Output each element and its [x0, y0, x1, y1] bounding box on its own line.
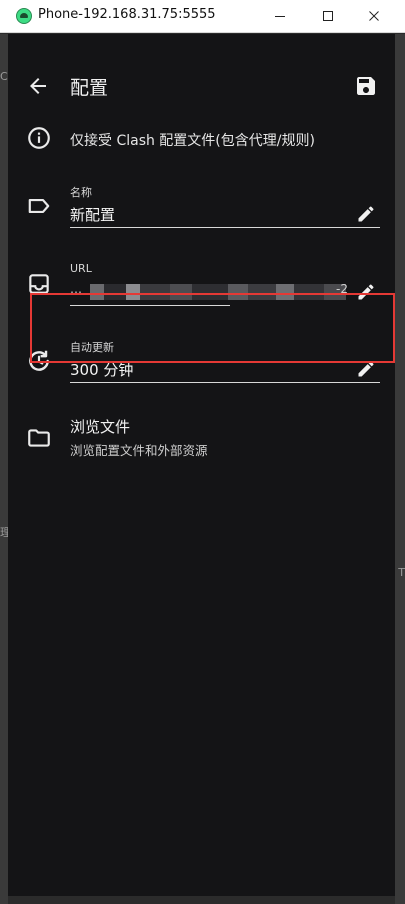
arrow-left-icon [30, 78, 46, 94]
window-title: Phone-192.168.31.75:5555 [38, 7, 216, 22]
name-field-value: 新配置 [70, 206, 116, 224]
browse-files-row[interactable]: 浏览文件 浏览配置文件和外部资源 [8, 416, 395, 460]
name-field-underline [70, 227, 380, 228]
label-tag-icon [26, 193, 52, 219]
save-button[interactable] [354, 74, 378, 98]
maximize-icon [323, 11, 333, 21]
close-icon [369, 11, 379, 21]
minimize-icon [275, 16, 285, 17]
maximize-button[interactable] [306, 0, 350, 32]
info-row: 仅接受 Clash 配置文件(包含代理/规则) [8, 125, 395, 155]
auto-update-row[interactable]: 自动更新 300 分钟 [8, 339, 395, 385]
browse-files-subtitle: 浏览配置文件和外部资源 [70, 443, 208, 458]
minimize-button[interactable] [258, 0, 302, 32]
name-field[interactable]: 名称 新配置 [70, 184, 380, 230]
background-fragment: T [398, 566, 405, 579]
url-field-label: URL [70, 262, 92, 275]
info-text: 仅接受 Clash 配置文件(包含代理/规则) [70, 133, 315, 149]
back-button[interactable] [26, 74, 50, 98]
inbox-icon [26, 271, 52, 297]
url-field-underline [70, 305, 230, 306]
auto-update-field[interactable]: 自动更新 300 分钟 [70, 339, 380, 385]
pencil-icon[interactable] [356, 204, 376, 224]
browse-files-title: 浏览文件 [70, 418, 131, 436]
url-field-value-end: -2 [336, 282, 348, 296]
app-bar: 配置 [8, 62, 395, 110]
info-icon [26, 125, 52, 151]
auto-update-field-label: 自动更新 [70, 341, 114, 354]
refresh-clock-icon [26, 348, 52, 374]
save-icon [357, 77, 375, 95]
url-redacted-value [90, 284, 370, 300]
background-desktop-left: C 理 [0, 34, 11, 904]
name-field-label: 名称 [70, 186, 92, 199]
android-app-icon [16, 8, 32, 24]
name-row[interactable]: 名称 新配置 [8, 184, 395, 230]
url-field-value-start: … [70, 282, 82, 296]
app-window: 配置 仅接受 Clash 配置文件(包含代理/规则) 名称 新配置 URL … … [8, 34, 395, 896]
folder-icon [26, 425, 52, 451]
auto-update-field-underline [70, 382, 380, 383]
page-title: 配置 [70, 77, 109, 99]
pencil-icon[interactable] [356, 359, 376, 379]
close-button[interactable] [352, 0, 396, 32]
url-field[interactable]: URL … -2 [70, 262, 380, 308]
window-title-bar[interactable]: Phone-192.168.31.75:5555 [0, 0, 405, 33]
background-desktop-right: T [395, 34, 405, 904]
auto-update-field-value: 300 分钟 [70, 361, 134, 379]
url-row[interactable]: URL … -2 [8, 262, 395, 308]
pencil-icon[interactable] [356, 282, 376, 302]
background-fragment: C [0, 70, 8, 83]
